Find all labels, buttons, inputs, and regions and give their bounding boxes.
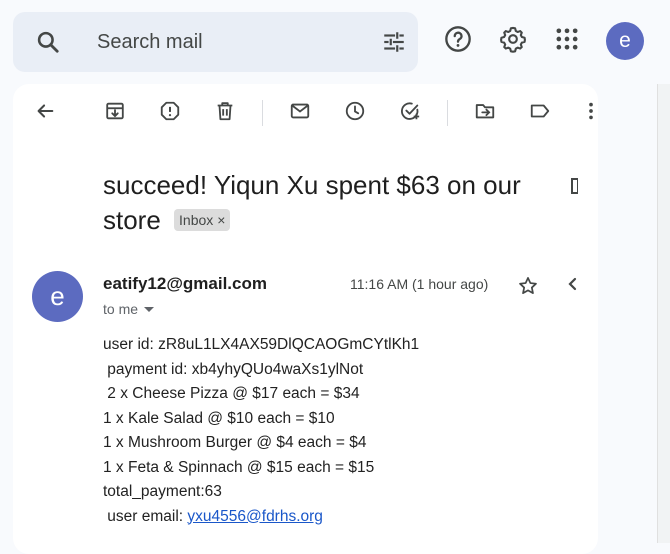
sender-email[interactable]: eatify12@gmail.com xyxy=(103,274,267,294)
side-panel-strip xyxy=(657,84,670,543)
gear-icon[interactable] xyxy=(499,25,527,53)
search-input[interactable]: Search mail xyxy=(97,31,203,54)
more-icon[interactable] xyxy=(581,100,601,122)
help-icon[interactable] xyxy=(444,25,472,53)
body-line: payment id: xb4yhyQUo4waXs1ylNot xyxy=(103,360,364,378)
message-body: user id: zR8uL1LX4AX59DlQCAOGmCYtlKh1 pa… xyxy=(103,335,419,531)
body-line: total_payment:63 xyxy=(103,483,222,500)
toolbar-divider xyxy=(262,100,263,126)
recipients-toggle[interactable]: to me xyxy=(103,301,155,317)
message-subject: succeed! Yiqun Xu spent $63 on our store… xyxy=(103,168,573,238)
tune-icon[interactable] xyxy=(381,29,407,55)
delete-icon[interactable] xyxy=(214,100,236,122)
print-icon[interactable] xyxy=(570,176,578,196)
snooze-icon[interactable] xyxy=(344,100,366,122)
user-email-line: user email: yxu4556@fdrhs.org xyxy=(103,507,419,532)
body-line: 1 x Feta & Spinnach @ $15 each = $15 xyxy=(103,458,375,476)
message-time: 11:16 AM (1 hour ago) xyxy=(350,276,489,292)
body-line: 1 x Kale Salad @ $10 each = $10 xyxy=(103,409,335,427)
add-task-icon[interactable] xyxy=(399,100,421,122)
to-me-text: to me xyxy=(103,301,139,317)
chevron-down-icon[interactable] xyxy=(144,307,155,312)
apps-grid-icon[interactable] xyxy=(553,25,581,53)
inbox-label-text: Inbox xyxy=(179,212,214,228)
inbox-label-chip[interactable]: Inbox × xyxy=(174,209,231,231)
move-to-icon[interactable] xyxy=(474,100,496,122)
search-icon[interactable] xyxy=(35,29,61,55)
back-icon[interactable] xyxy=(34,100,56,122)
toolbar-divider xyxy=(447,100,448,126)
subject-text: succeed! Yiqun Xu spent $63 on our store xyxy=(103,170,521,235)
mark-unread-icon[interactable] xyxy=(289,100,311,122)
search-bar[interactable]: Search mail xyxy=(13,12,418,72)
remove-label-icon[interactable]: × xyxy=(217,212,225,228)
reply-icon[interactable] xyxy=(568,276,578,292)
star-icon[interactable] xyxy=(517,275,539,297)
label-icon[interactable] xyxy=(529,100,551,122)
user-email-link[interactable]: yxu4556@fdrhs.org xyxy=(187,508,323,525)
body-line: 2 x Cheese Pizza @ $17 each = $34 xyxy=(103,385,360,402)
account-avatar[interactable]: e xyxy=(606,22,644,60)
sender-avatar[interactable]: e xyxy=(32,271,83,322)
user-email-label: user email: xyxy=(103,507,188,525)
archive-icon[interactable] xyxy=(104,100,126,122)
report-spam-icon[interactable] xyxy=(159,100,181,122)
body-line: 1 x Mushroom Burger @ $4 each = $4 xyxy=(103,434,367,451)
body-line: user id: zR8uL1LX4AX59DlQCAOGmCYtlKh1 xyxy=(103,336,420,353)
